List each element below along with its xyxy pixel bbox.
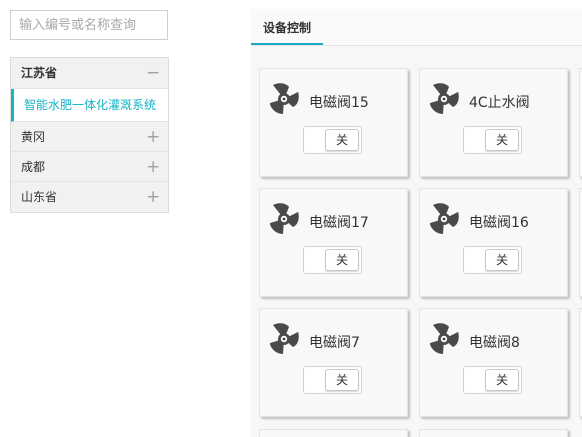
toggle-knob[interactable]: 关 <box>325 129 359 151</box>
device-toggle[interactable]: 关 <box>303 126 362 154</box>
tree-item-label: 黄冈 <box>21 130 46 144</box>
tree-item-label: 山东省 <box>21 190 58 204</box>
device-name: 电磁阀16 <box>469 215 529 231</box>
tree-item-shandong[interactable]: 山东省 + <box>11 182 168 212</box>
fan-icon <box>427 322 461 356</box>
device-card: 4C止水阀关 <box>419 68 568 177</box>
device-card: 电磁阀8 关 <box>419 308 568 417</box>
device-name: 电磁阀17 <box>309 215 369 231</box>
device-card: 电磁阀15 关 <box>259 68 408 177</box>
device-card: 电磁阀17 关 <box>259 188 408 297</box>
device-card: 电磁阀16 关 <box>419 188 568 297</box>
tab-device-control[interactable]: 设备控制 <box>251 9 323 45</box>
fan-icon <box>427 82 461 116</box>
device-name: 电磁阀8 <box>469 335 520 351</box>
tab-bar: 设备控制 <box>251 9 582 46</box>
tree-item-chengdu[interactable]: 成都 + <box>11 152 168 182</box>
tree-item-label: 成都 <box>21 160 46 174</box>
search-input[interactable] <box>10 10 168 40</box>
toggle-knob[interactable]: 关 <box>325 249 359 271</box>
device-toggle[interactable]: 关 <box>303 366 362 394</box>
collapse-icon[interactable]: − <box>146 58 160 89</box>
fan-icon <box>267 322 301 356</box>
tree-item-irrigation-system[interactable]: 智能水肥一体化灌溉系统 <box>11 89 168 122</box>
device-toggle[interactable]: 关 <box>463 126 522 154</box>
expand-icon[interactable]: + <box>146 122 160 152</box>
expand-icon[interactable]: + <box>146 182 160 212</box>
device-name: 4C止水阀 <box>469 95 530 111</box>
device-name: 电磁阀15 <box>309 95 369 111</box>
region-tree: 江苏省 − 智能水肥一体化灌溉系统 黄冈 + 成都 + 山东省 + <box>10 57 169 213</box>
toggle-knob[interactable]: 关 <box>325 369 359 391</box>
toggle-knob[interactable]: 关 <box>485 129 519 151</box>
tree-item-label: 智能水肥一体化灌溉系统 <box>24 98 157 112</box>
device-card-partial <box>259 429 408 437</box>
toggle-knob[interactable]: 关 <box>485 369 519 391</box>
device-name: 电磁阀7 <box>309 335 360 351</box>
tree-item-jiangsu[interactable]: 江苏省 − <box>11 58 168 89</box>
fan-icon <box>427 202 461 236</box>
toggle-knob[interactable]: 关 <box>485 249 519 271</box>
tree-item-label: 江苏省 <box>21 66 58 80</box>
device-toggle[interactable]: 关 <box>303 246 362 274</box>
fan-icon <box>267 82 301 116</box>
expand-icon[interactable]: + <box>146 152 160 182</box>
device-toggle[interactable]: 关 <box>463 366 522 394</box>
fan-icon <box>267 202 301 236</box>
device-control-panel: 设备控制 电磁阀15 关 4C止水阀关电磁阀17 关电磁阀16 关电磁阀7 关电磁阀8 关 <box>251 9 582 437</box>
device-card: 电磁阀7 关 <box>259 308 408 417</box>
device-card-partial <box>419 429 568 437</box>
device-toggle[interactable]: 关 <box>463 246 522 274</box>
tree-item-huanggang[interactable]: 黄冈 + <box>11 122 168 152</box>
